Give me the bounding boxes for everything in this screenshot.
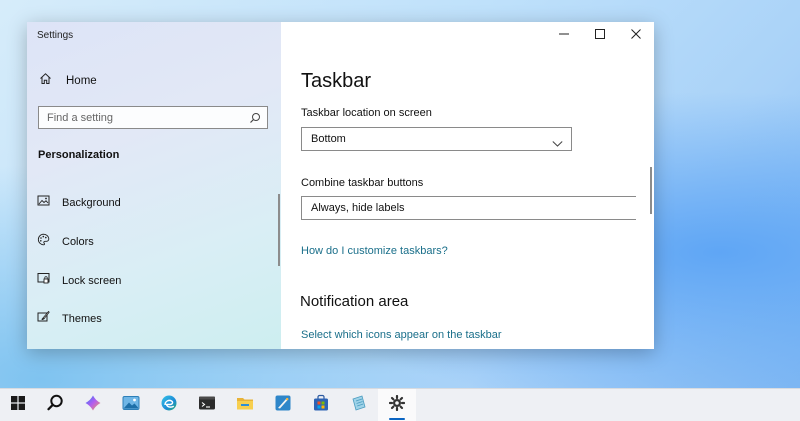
edge-icon (160, 394, 178, 417)
sidebar-item-label: Background (62, 197, 121, 209)
paint-icon (274, 394, 292, 417)
search-icon (46, 394, 64, 416)
sidebar-item-label: Colors (62, 236, 94, 248)
settings-icon (388, 394, 406, 416)
sidebar-item-label: Themes (62, 313, 102, 325)
minimize-button[interactable] (546, 22, 582, 48)
taskbar-notepad-button[interactable] (340, 389, 378, 421)
app-title: Settings (37, 30, 74, 41)
maximize-button[interactable] (582, 22, 618, 48)
notification-area-heading: Notification area (300, 293, 409, 310)
content-scrollbar[interactable] (650, 167, 652, 214)
search-icon[interactable] (249, 111, 261, 129)
notepad-icon (350, 394, 368, 417)
sidebar: Settings Home Personalization Background (27, 22, 281, 349)
sidebar-item-home[interactable]: Home (39, 72, 97, 90)
location-label: Taskbar location on screen (301, 107, 432, 119)
home-label: Home (66, 75, 97, 87)
location-dropdown[interactable]: Bottom (301, 127, 572, 151)
search-input[interactable] (47, 110, 237, 125)
sidebar-item-colors[interactable]: Colors (37, 233, 94, 251)
taskbar-copilot-button[interactable] (74, 389, 112, 421)
photos-icon (122, 395, 140, 416)
close-button[interactable] (618, 22, 654, 48)
taskbar-edge-button[interactable] (150, 389, 188, 421)
home-icon (39, 72, 52, 90)
location-value: Bottom (311, 133, 346, 145)
sidebar-item-label: Lock screen (62, 275, 122, 287)
taskbar-file-explorer-button[interactable] (226, 389, 264, 421)
sidebar-item-background[interactable]: Background (37, 194, 121, 212)
content-pane: Taskbar Taskbar location on screen Botto… (281, 22, 654, 349)
taskbar-terminal-button[interactable] (188, 389, 226, 421)
search-box[interactable] (38, 106, 268, 129)
combine-dropdown[interactable]: Always, hide labels (301, 196, 636, 220)
customize-taskbars-link[interactable]: How do I customize taskbars? (301, 245, 448, 257)
lock-screen-icon (37, 272, 50, 290)
store-icon (312, 394, 330, 417)
chevron-down-icon (552, 135, 563, 153)
page-title: Taskbar (301, 70, 372, 92)
taskbar-store-button[interactable] (302, 389, 340, 421)
combine-value: Always, hide labels (311, 202, 405, 214)
taskbar-search-button[interactable] (36, 389, 74, 421)
taskbar-start-button[interactable] (0, 389, 36, 421)
file-explorer-icon (236, 395, 254, 416)
maximize-icon (595, 26, 605, 44)
terminal-icon (198, 395, 216, 416)
close-icon (631, 26, 641, 44)
taskbar-photos-button[interactable] (112, 389, 150, 421)
sidebar-scrollbar[interactable] (278, 194, 280, 266)
picture-icon (37, 194, 50, 212)
palette-icon (37, 233, 50, 251)
minimize-icon (559, 26, 569, 44)
sidebar-item-lock-screen[interactable]: Lock screen (37, 272, 121, 290)
window-controls (546, 22, 654, 48)
sidebar-item-themes[interactable]: Themes (37, 310, 102, 328)
taskbar-paint-button[interactable] (264, 389, 302, 421)
taskbar-settings-button[interactable] (378, 389, 416, 421)
taskbar (0, 388, 800, 421)
brush-icon (37, 310, 50, 328)
settings-window: Settings Home Personalization Background (27, 22, 654, 349)
start-icon (11, 395, 25, 415)
section-title: Personalization (38, 149, 120, 161)
select-icons-link[interactable]: Select which icons appear on the taskbar (301, 329, 502, 341)
copilot-icon (84, 394, 102, 417)
combine-label: Combine taskbar buttons (301, 177, 424, 189)
